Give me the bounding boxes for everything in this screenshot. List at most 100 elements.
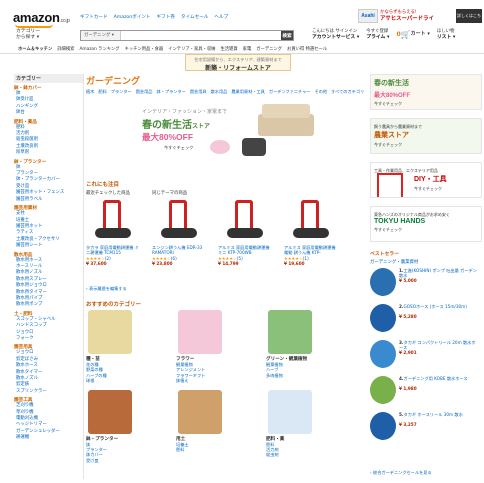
category-tab[interactable]: 園芸用品: [136, 89, 153, 95]
category-tab[interactable]: 鉢・プランター: [157, 89, 186, 95]
sidebar-item[interactable]: 耕運機: [14, 435, 83, 441]
category-tile[interactable]: 種・苗 花の種 野菜の種 ハーブの種 球根: [86, 310, 176, 384]
sidebar-item[interactable]: 園芸用シート: [14, 243, 83, 249]
product-card[interactable]: タカラ 家庭用電動耕運機 ミニ耕運機 TCM115 ★★★★☆(2) ¥ 37,60…: [86, 198, 140, 267]
subnav-item[interactable]: お買い得 特選セール: [287, 46, 327, 52]
cart-button[interactable]: 0 🛒 カート ▾: [396, 29, 429, 40]
category-image[interactable]: [178, 389, 222, 434]
ad-agri-store[interactable]: 飼う農具から農業資材まで 農業ストア 今すぐチェック: [370, 118, 482, 154]
category-link[interactable]: 鉢植え: [176, 378, 266, 383]
search-input[interactable]: [121, 31, 281, 40]
bestseller-name[interactable]: 3.タカギ コンパクトリール 20m 散水ホース: [399, 340, 479, 350]
sidebar-item[interactable]: 除草剤: [14, 150, 83, 156]
bestseller-title[interactable]: タカギ ホースリール 30m 散水: [404, 412, 463, 417]
category-tile[interactable]: 用土 培養土 肥料: [176, 389, 266, 464]
ad-cta[interactable]: 今すぐチェック: [374, 227, 478, 233]
top-link[interactable]: Amazonポイント: [114, 14, 151, 20]
bestseller-image[interactable]: [370, 412, 396, 440]
subnav-item[interactable]: 詳細検索: [57, 46, 74, 52]
sidebar-item[interactable]: スプリンクラー: [14, 389, 83, 395]
ad-cta[interactable]: 今すぐチェック: [374, 101, 478, 107]
bestseller-item[interactable]: 5.タカギ ホースリール 30m 散水 ¥ 3,257: [370, 412, 482, 444]
sidebar-item[interactable]: 鉢台: [14, 110, 83, 116]
category-image[interactable]: [178, 310, 222, 354]
category-tab[interactable]: その他: [315, 89, 328, 95]
category-link[interactable]: 受け皿: [86, 458, 176, 463]
category-link[interactable]: 多肉植物: [266, 373, 356, 378]
subnav-item[interactable]: Amazon ランキング: [79, 46, 119, 52]
product-card[interactable]: アルミス 家庭用電動耕運機 ミニ KTP-700WB ★★★★☆(5) ¥ 14,7…: [218, 198, 272, 267]
bestseller-image[interactable]: [370, 376, 396, 404]
bestseller-image[interactable]: [370, 304, 396, 332]
product-name[interactable]: タカラ 家庭用電動耕運機 ミニ耕運機 TCM115: [86, 245, 140, 256]
spring-sale-hero[interactable]: インテリア・ファッション・家電まで 春の新生活ストア 最大80%OFF 今すぐチ…: [138, 104, 328, 164]
category-tab[interactable]: ガーデンファニチャー: [269, 89, 311, 95]
review-count[interactable]: (5): [237, 256, 243, 261]
subnav-item[interactable]: 家電: [243, 46, 252, 52]
bestseller-item[interactable]: 2.GOSOホース (ホース 15m/30m) ¥ 5,280: [370, 304, 482, 336]
product-card[interactable]: エンジン耕うん機 EDR-33 RAMATORI ★★★★☆(6) ¥ 23,800: [152, 198, 206, 267]
review-count[interactable]: (2): [105, 256, 111, 261]
bestseller-item[interactable]: 3.タカギ コンパクトリール 20m 散水ホース ¥ 2,901: [370, 340, 482, 372]
bestseller-image[interactable]: [370, 340, 396, 368]
bestseller-name[interactable]: 1.工進(KOSHIN) ポンプ 吐出量 ガーデン散水: [399, 268, 479, 278]
bestseller-item[interactable]: 4.ガーデニング用 KOBE 散水ホース ¥ 1,980: [370, 376, 482, 408]
bestseller-title[interactable]: 工進(KOSHIN) ポンプ 吐出量 ガーデン散水: [399, 268, 477, 278]
search-button[interactable]: 検索: [281, 31, 293, 40]
edit-history-link[interactable]: › 表示履歴を編集する: [86, 286, 127, 292]
product-image[interactable]: [91, 198, 135, 242]
ad-tokyu-hands[interactable]: 東急ハンズのオリジナル商品がお求め安く TOKYU HANDS 今すぐチェック: [370, 206, 482, 242]
category-image[interactable]: [268, 389, 312, 434]
header-ad-banner[interactable]: Asahi かならずもらえる! アサヒスーパードライ 詳しくはこちら: [358, 7, 482, 32]
category-tab[interactable]: プランター: [111, 89, 132, 95]
bestseller-tab[interactable]: ガーデニング・農業資材: [370, 259, 482, 265]
hero-cta[interactable]: 今すぐチェック: [164, 145, 193, 151]
top-link[interactable]: ヘルプ: [214, 14, 228, 20]
sidebar-item[interactable]: 園芸用ラベル: [14, 197, 83, 203]
subnav-item[interactable]: ホーム＆キッチン: [18, 46, 52, 52]
category-image[interactable]: [268, 310, 312, 354]
amazon-logo[interactable]: amazon.co.jp: [13, 10, 70, 25]
subnav-item[interactable]: インテリア・家具・収納: [168, 46, 215, 52]
prime-menu[interactable]: 今すぐ登録 プライム ▾: [366, 29, 389, 40]
reform-store-promo[interactable]: 住宅用設備から、エクステリア、建築資材まで 新築・リフォームストア: [185, 54, 291, 72]
product-name[interactable]: アルミス 家庭用電動耕運機 ミニ KTP-700WB: [218, 245, 272, 256]
sidebar-item[interactable]: 散水用ポンプ: [14, 302, 83, 308]
category-tab[interactable]: 肥料: [98, 89, 106, 95]
bestseller-image[interactable]: [370, 268, 396, 296]
review-count[interactable]: (1): [303, 256, 309, 261]
category-tab[interactable]: 散水用品: [211, 89, 228, 95]
category-dropdown[interactable]: カテゴリー から探す ▾: [16, 29, 40, 41]
bestseller-title[interactable]: GOSOホース (ホース 15m/30m): [404, 304, 467, 309]
ad-spring-store[interactable]: 春の新生活 最大80%OFF 今すぐチェック: [370, 74, 482, 110]
bestseller-title[interactable]: ガーデニング用 KOBE 散水ホース: [404, 376, 468, 381]
category-tab[interactable]: 植木: [86, 89, 94, 95]
category-tile[interactable]: グリーン・観葉植物 観葉植物 ハーブ 多肉植物: [266, 310, 356, 384]
bestseller-name[interactable]: 2.GOSOホース (ホース 15m/30m): [399, 304, 479, 314]
category-link[interactable]: 殺虫剤: [266, 452, 356, 457]
bestseller-name[interactable]: 5.タカギ ホースリール 30m 散水: [399, 412, 479, 422]
top-link[interactable]: ギフトカード: [80, 14, 108, 20]
subnav-item[interactable]: ガーデニング: [256, 46, 282, 52]
sidebar-item[interactable]: フォーク: [14, 336, 83, 342]
bestseller-title[interactable]: タカギ コンパクトリール 20m 散水ホース: [399, 340, 476, 350]
category-tile[interactable]: フラワー 観葉植物 アレンジメント フラワーギフト 鉢植え: [176, 310, 266, 384]
product-card[interactable]: アルミス 家庭用電動耕運機 電動 耕うん機 KTP-1000WB★★★★☆(1)…: [284, 198, 338, 267]
wishlist-menu[interactable]: ほしい物 リスト ▾: [437, 29, 455, 40]
ad-cta[interactable]: 今すぐチェック: [374, 142, 478, 148]
ad-diy-store[interactable]: 工具・作業用品、エクステリア用品 DIY・工具 今すぐチェック: [370, 162, 482, 198]
product-name[interactable]: アルミス 家庭用電動耕運機 電動 耕うん機 KTP-1000WB: [284, 245, 338, 256]
category-tab[interactable]: すべてのカテゴリ: [331, 89, 364, 95]
bestseller-more-link[interactable]: › 総合ガーデニングセールを見る: [370, 470, 432, 476]
category-link[interactable]: 球根: [86, 378, 176, 383]
product-image[interactable]: [157, 198, 201, 242]
bestseller-name[interactable]: 4.ガーデニング用 KOBE 散水ホース: [399, 376, 479, 386]
top-link[interactable]: タイムセール: [181, 14, 208, 20]
category-tab[interactable]: 農業用資材・工具: [231, 89, 265, 95]
category-link[interactable]: 肥料: [176, 447, 266, 452]
category-tile[interactable]: 肥料・薬 肥料 活力剤 殺虫剤: [266, 389, 356, 464]
search-category-select[interactable]: ガーデニング ▾: [81, 31, 121, 40]
ad-cta[interactable]: 詳しくはこちら: [456, 9, 482, 32]
account-menu[interactable]: こんにちは サインイン アカウントサービス ▾: [312, 29, 359, 40]
bestseller-item[interactable]: 1.工進(KOSHIN) ポンプ 吐出量 ガーデン散水 ¥ 5,000: [370, 268, 482, 300]
